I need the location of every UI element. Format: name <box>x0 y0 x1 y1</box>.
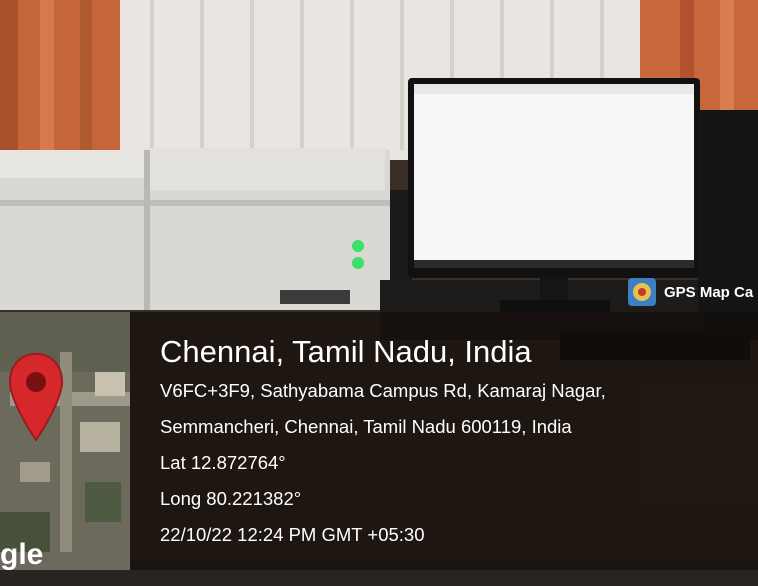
app-label: GPS Map Ca <box>664 283 754 301</box>
google-logo: gle <box>0 538 44 570</box>
geotag-overlay: gle Chennai, Tamil Nadu, India V6FC+3F9,… <box>0 312 758 570</box>
address-line-1: V6FC+3F9, Sathyabama Campus Rd, Kamaraj … <box>160 380 606 401</box>
map-pin-icon <box>8 352 64 442</box>
timestamp: 22/10/22 12:24 PM GMT +05:30 <box>160 524 425 545</box>
app-watermark: GPS Map Ca <box>628 276 753 308</box>
location-title: Chennai, Tamil Nadu, India <box>160 334 532 369</box>
monitor-screen <box>414 84 694 260</box>
status-led-1 <box>352 240 364 252</box>
photo-scene: gle Chennai, Tamil Nadu, India V6FC+3F9,… <box>0 0 758 586</box>
gps-map-camera-icon <box>628 278 656 306</box>
map-thumbnail[interactable]: gle <box>0 312 130 570</box>
latitude-value: Lat 12.872764° <box>160 452 286 473</box>
longitude-value: Long 80.221382° <box>160 488 302 509</box>
address-line-2: Semmancheri, Chennai, Tamil Nadu 600119,… <box>160 416 572 437</box>
status-led-2 <box>352 257 364 269</box>
